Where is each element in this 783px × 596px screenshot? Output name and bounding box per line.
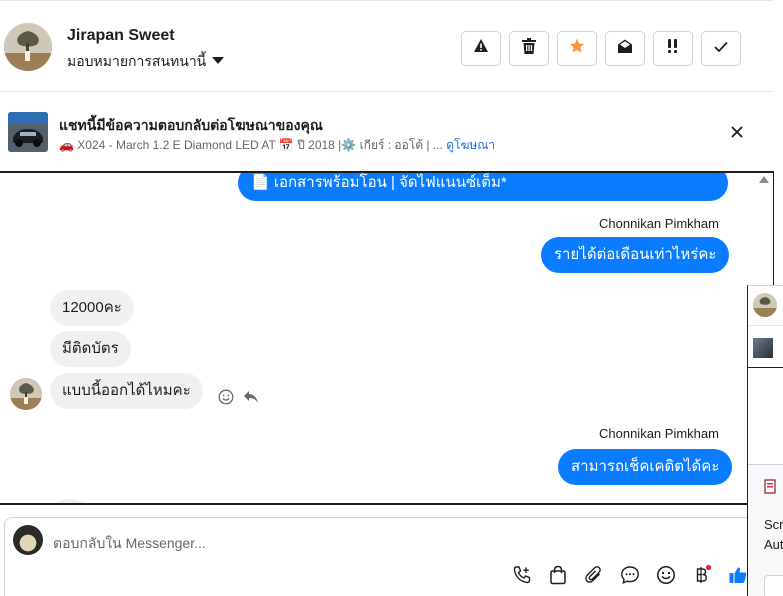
star-icon: [569, 38, 585, 59]
outgoing-message: สามารถเช็คเคดิตได้คะ: [558, 449, 733, 485]
spam-button[interactable]: [461, 31, 501, 66]
assign-conversation-dropdown[interactable]: มอบหมายการสนทนานี้: [67, 51, 225, 73]
emoji-icon: [656, 565, 676, 590]
payment-button[interactable]: [691, 564, 713, 590]
incoming-message: 12000คะ: [50, 290, 134, 326]
secondary-chat-header[interactable]: [748, 286, 783, 326]
message-thread[interactable]: 📄 เอกสารพร้อมโอน | จัดไฟแนนซ์เต็ม* Chonn…: [0, 171, 774, 505]
attach-button[interactable]: [583, 565, 605, 590]
view-ad-link[interactable]: ดูโฆษณา: [446, 138, 495, 152]
done-button[interactable]: [701, 31, 741, 66]
thumbs-up-icon: [728, 565, 748, 590]
popup-text-line: Scr: [764, 517, 783, 532]
exclamation-icon: [665, 38, 681, 59]
smiley-icon: [218, 389, 234, 409]
conversation-header: Jirapan Sweet มอบหมายการสนทนานี้: [0, 0, 773, 92]
check-icon: [714, 40, 728, 58]
saved-replies-button[interactable]: [619, 565, 641, 590]
send-like-button[interactable]: [727, 566, 749, 588]
popup-text-line: Aut: [764, 537, 783, 552]
sender-name: Chonnikan Pimkham: [599, 426, 719, 441]
star-button[interactable]: [557, 31, 597, 66]
chat-bubble-icon: [620, 565, 640, 590]
envelope-open-icon: [617, 38, 633, 59]
incoming-message: แบบนี้ออกได้ไหมคะ: [50, 373, 203, 409]
assign-label: มอบหมายการสนทนานี้: [67, 53, 207, 69]
caret-down-icon: [212, 56, 225, 64]
delete-button[interactable]: [509, 31, 549, 66]
ad-description: 🚗 X024 - March 1.2 E Diamond LED AT 📅 ปี…: [59, 138, 443, 152]
mark-unread-button[interactable]: [605, 31, 645, 66]
ad-thumbnail: [8, 112, 48, 152]
ad-banner-subtitle: 🚗 X024 - March 1.2 E Diamond LED AT 📅 ปี…: [59, 136, 495, 155]
incoming-message-partial: [50, 499, 90, 503]
reply-composer: [4, 517, 779, 596]
trash-icon: [522, 38, 536, 59]
secondary-ad-thumbnail: [753, 338, 773, 358]
ad-reply-banner: แชทนี้มีข้อความตอบกลับต่อโฆษณาของคุณ 🚗 X…: [0, 103, 773, 161]
scroll-up-arrow-icon[interactable]: [759, 176, 769, 183]
ad-banner-title: แชทนี้มีข้อความตอบกลับต่อโฆษณาของคุณ: [59, 117, 323, 133]
outgoing-message: 📄 เอกสารพร้อมโอน | จัดไฟแนนซ์เต็ม*: [238, 173, 728, 201]
contact-avatar-small: [10, 378, 42, 410]
baht-icon: [692, 564, 712, 590]
shopping-bag-icon: [549, 565, 567, 590]
outgoing-message: รายได้ต่อเดือนเท่าไหร่คะ: [541, 237, 730, 273]
incoming-message: มีติดบัตร: [50, 331, 131, 367]
sender-name: Chonnikan Pimkham: [599, 216, 719, 231]
reply-input[interactable]: [53, 532, 713, 554]
secondary-contact-avatar: [753, 293, 777, 317]
notification-popup: Scr Aut: [748, 464, 783, 596]
close-banner-button[interactable]: [727, 122, 747, 142]
emoji-button[interactable]: [655, 565, 677, 590]
secondary-chat-panel: Scr Aut: [747, 285, 783, 596]
warning-icon: [473, 38, 489, 59]
extension-icon: [764, 479, 778, 500]
contact-avatar[interactable]: [4, 23, 52, 71]
messenger-inbox: Jirapan Sweet มอบหมายการสนทนานี้ แชทนี้ม…: [0, 0, 783, 596]
popup-button[interactable]: [764, 575, 783, 596]
reply-arrow-icon: [243, 391, 259, 408]
add-call-icon: [512, 565, 532, 590]
react-emoji-button[interactable]: [218, 389, 234, 410]
add-call-button[interactable]: [511, 565, 533, 590]
contact-name: Jirapan Sweet: [67, 27, 175, 44]
follow-up-button[interactable]: [653, 31, 693, 66]
reply-button[interactable]: [243, 390, 259, 409]
page-avatar: [13, 525, 43, 555]
attachment-icon: [584, 565, 604, 590]
shop-button[interactable]: [547, 565, 569, 590]
secondary-ad-row: [748, 328, 783, 368]
close-icon: [727, 126, 747, 146]
